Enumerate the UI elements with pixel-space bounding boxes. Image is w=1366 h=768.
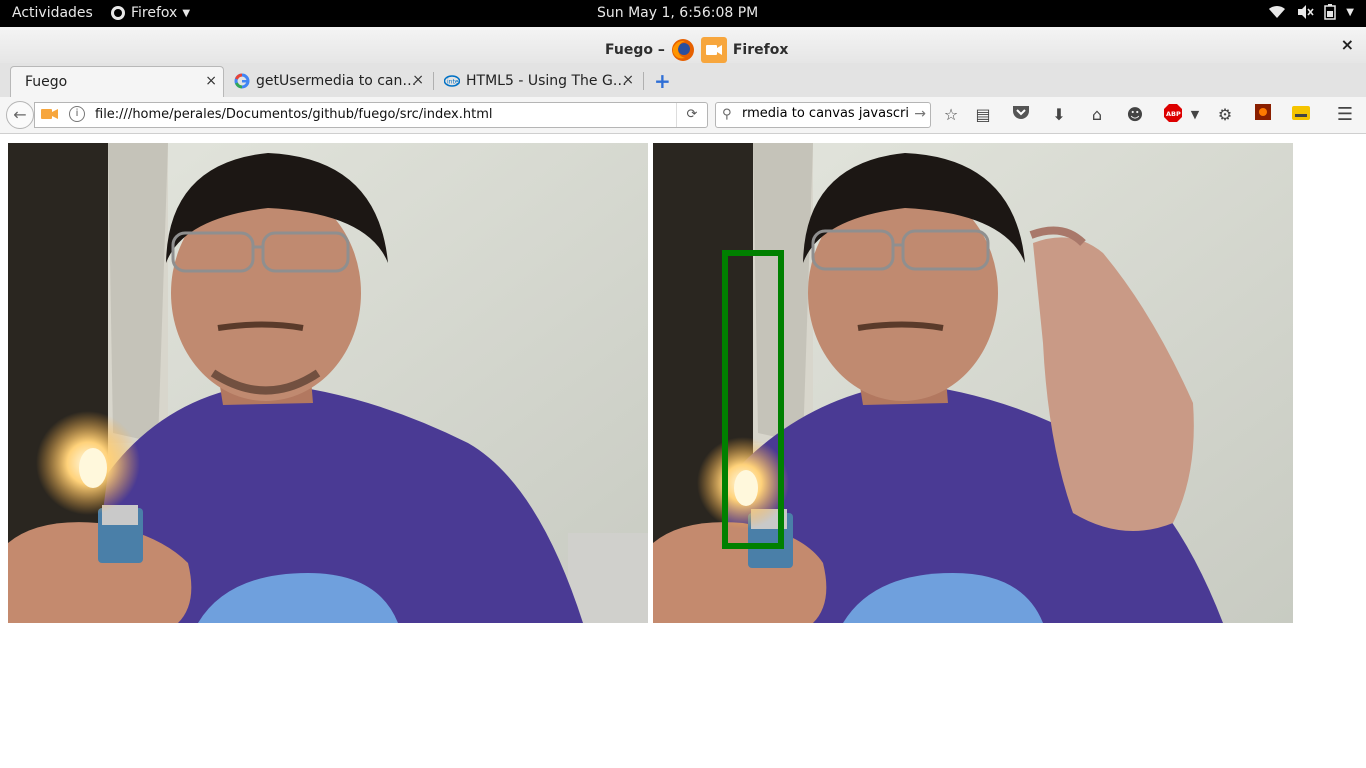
- webcam-frame-illustration: [8, 143, 648, 623]
- new-tab-button[interactable]: +: [654, 69, 671, 93]
- wifi-icon: [1269, 5, 1286, 18]
- back-button[interactable]: ←: [6, 101, 34, 129]
- adblock-plus-icon[interactable]: ABP: [1162, 104, 1184, 126]
- url-text[interactable]: file:///home/perales/Documentos/github/f…: [95, 107, 492, 122]
- intel-icon: intel: [444, 75, 460, 87]
- chevron-down-icon[interactable]: ▼: [1184, 104, 1206, 126]
- webcam-video[interactable]: [8, 143, 648, 623]
- fire-detection-box: [722, 250, 784, 549]
- reload-icon[interactable]: ⟳: [676, 103, 707, 127]
- tab-label: HTML5 - Using The G…: [466, 73, 627, 89]
- tab-fuego[interactable]: Fuego ×: [10, 66, 224, 97]
- clock[interactable]: Sun May 1, 6:56:08 PM: [597, 5, 758, 21]
- back-arrow-icon: ←: [13, 105, 27, 124]
- window-title-app: Firefox: [732, 42, 789, 58]
- svg-text:intel: intel: [447, 79, 460, 86]
- pocket-icon[interactable]: [1010, 104, 1032, 126]
- tab-separator: [433, 72, 434, 90]
- app-menu[interactable]: Firefox ▼: [110, 5, 190, 21]
- bookmark-star-icon[interactable]: ☆: [940, 104, 962, 126]
- google-icon: [234, 73, 250, 89]
- page-content: [0, 134, 1366, 768]
- tab-separator: [643, 72, 644, 90]
- svg-text:ABP: ABP: [1166, 110, 1181, 118]
- activities-button[interactable]: Actividades: [12, 5, 93, 21]
- chat-icon[interactable]: ☻: [1124, 104, 1146, 126]
- battery-icon: [1324, 4, 1337, 20]
- firebug-icon[interactable]: [1252, 104, 1274, 126]
- tab-label: getUsermedia to can…: [256, 73, 417, 89]
- tab-getusermedia[interactable]: getUsermedia to can… ×: [230, 66, 430, 96]
- yellow-tool-shape: [1292, 106, 1310, 120]
- chevron-down-icon: ▼: [182, 7, 191, 19]
- hamburger-menu-icon[interactable]: ☰: [1334, 104, 1356, 126]
- navigation-toolbar: i file:///home/perales/Documentos/github…: [0, 97, 1366, 134]
- tab-close-button[interactable]: ×: [622, 72, 634, 88]
- abp-shape: ABP: [1164, 104, 1182, 122]
- extension-icon[interactable]: ⚙: [1214, 104, 1236, 126]
- gnome-top-bar: Actividades Firefox ▼ Sun May 1, 6:56:08…: [0, 0, 1366, 27]
- home-icon[interactable]: ⌂: [1086, 104, 1108, 126]
- downloads-icon[interactable]: ⬇: [1048, 104, 1070, 126]
- tab-strip: Fuego × getUsermedia to can… × intel HTM…: [0, 63, 1366, 98]
- screenshot-tool-icon[interactable]: [1290, 104, 1312, 126]
- camera-in-use-icon[interactable]: [41, 107, 59, 121]
- tab-html5[interactable]: intel HTML5 - Using The G… ×: [440, 66, 640, 96]
- search-go-arrow-icon[interactable]: →: [914, 106, 926, 122]
- pocket-shape: [1013, 106, 1029, 119]
- tab-label: Fuego: [25, 74, 68, 90]
- system-menu[interactable]: ▼: [1268, 4, 1354, 20]
- url-bar[interactable]: i file:///home/perales/Documentos/github…: [34, 102, 708, 128]
- firefox-app-icon: [111, 6, 125, 20]
- app-menu-label: Firefox: [131, 5, 178, 21]
- volume-muted-icon: [1298, 5, 1314, 19]
- site-info-icon[interactable]: i: [69, 106, 85, 122]
- window-title: Fuego – Firefox: [605, 37, 788, 63]
- window-close-button[interactable]: ×: [1341, 35, 1354, 54]
- window-titlebar[interactable]: Fuego – Firefox ×: [0, 27, 1366, 64]
- window-title-page: Fuego –: [605, 42, 665, 58]
- firefox-logo-icon: [671, 39, 694, 61]
- search-icon: ⚲: [722, 107, 732, 122]
- search-bar[interactable]: ⚲ →: [715, 102, 931, 128]
- detection-canvas[interactable]: [653, 143, 1293, 623]
- tab-close-button[interactable]: ×: [205, 73, 217, 89]
- chevron-down-icon: ▼: [1346, 6, 1354, 18]
- reading-list-icon[interactable]: ▤: [972, 104, 994, 126]
- camera-sharing-icon: [700, 37, 727, 63]
- tab-close-button[interactable]: ×: [412, 72, 424, 88]
- firebug-shape: [1255, 104, 1271, 120]
- search-input[interactable]: [740, 105, 912, 122]
